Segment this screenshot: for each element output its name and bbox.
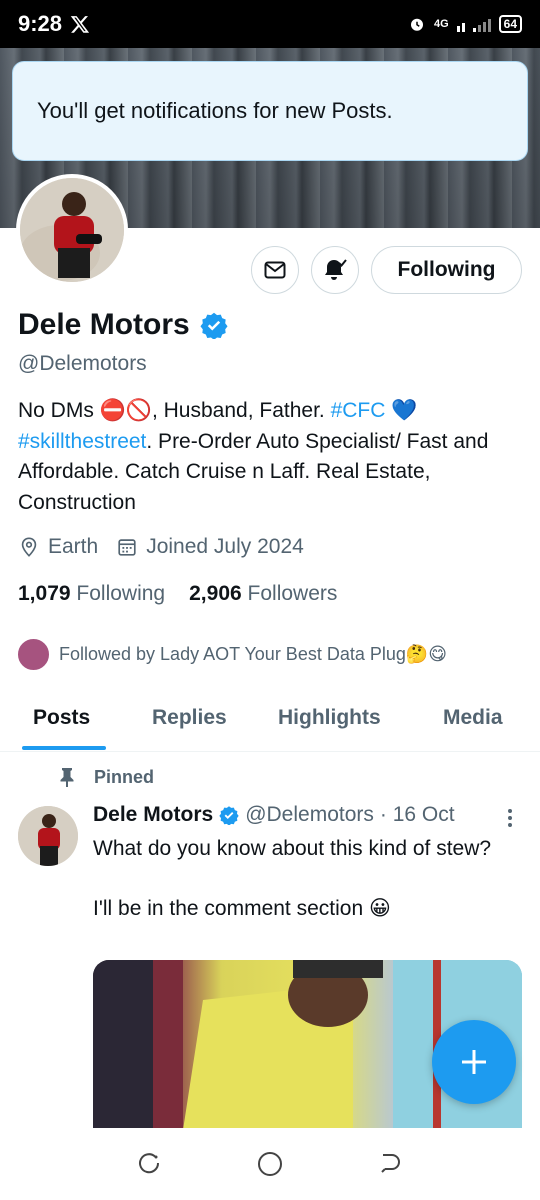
profile-avatar[interactable]: [16, 174, 128, 286]
mail-icon: [264, 261, 286, 279]
tab-replies[interactable]: Replies: [152, 706, 227, 730]
follower-avatar: [16, 637, 51, 672]
status-bar: 9:28 4G 64: [0, 0, 540, 48]
location-pin-icon: [21, 537, 37, 557]
status-indicators: 4G 64: [408, 15, 522, 33]
notifications-button[interactable]: [311, 246, 359, 294]
following-count-link[interactable]: 1,079 Following: [18, 582, 165, 606]
bio-text-1: No DMs ⛔🚫, Husband, Father.: [18, 399, 331, 422]
verified-badge-icon: [219, 806, 239, 825]
signal-icon: [456, 19, 491, 32]
plus-icon: [462, 1050, 486, 1074]
compose-post-button[interactable]: [432, 1020, 516, 1104]
toast-message: You'll get notifications for new Posts.: [37, 98, 393, 123]
profile-meta: Earth Joined July 2024: [18, 535, 304, 559]
alarm-icon: [410, 18, 423, 31]
bio-heart: 💙: [385, 399, 418, 422]
post-author-name[interactable]: Dele Motors: [93, 803, 213, 827]
follow-counts: 1,079 Following 2,906 Followers: [18, 582, 337, 606]
bell-check-icon: [325, 259, 347, 280]
post-author-handle[interactable]: @Delemotors: [245, 803, 374, 827]
profile-tabs: Posts Replies Highlights Media: [0, 690, 540, 752]
x-logo-icon: [70, 16, 90, 33]
more-vertical-icon[interactable]: [500, 806, 520, 830]
tab-highlights[interactable]: Highlights: [278, 706, 381, 730]
following-button[interactable]: Following: [371, 246, 522, 294]
tab-media[interactable]: Media: [443, 706, 503, 730]
message-button[interactable]: [251, 246, 299, 294]
calendar-icon: [118, 539, 136, 556]
active-tab-indicator: [22, 746, 106, 750]
post-text: What do you know about this kind of stew…: [93, 837, 492, 920]
join-date-text: Joined July 2024: [146, 535, 304, 558]
notification-toast: You'll get notifications for new Posts.: [12, 61, 528, 161]
following-label: Following: [76, 582, 166, 605]
avatar-photo: [20, 178, 124, 282]
nav-recents-icon[interactable]: [137, 1151, 163, 1177]
network-type: 4G: [433, 18, 449, 30]
profile-handle: @Delemotors: [18, 352, 147, 375]
join-date: Joined July 2024: [116, 535, 304, 559]
nav-back-icon[interactable]: [377, 1151, 403, 1177]
followers-count-link[interactable]: 2,906 Followers: [189, 582, 337, 606]
followers-label: Followers: [247, 582, 338, 605]
hashtag-cfc[interactable]: #CFC: [331, 399, 386, 422]
hashtag-skillthestreet[interactable]: #skillthestreet: [18, 430, 146, 453]
followed-by[interactable]: Followed by Lady AOT Your Best Data Plug…: [16, 637, 447, 672]
nav-home-icon[interactable]: [256, 1150, 284, 1178]
pinned-indicator: Pinned: [58, 766, 154, 788]
post-author-avatar[interactable]: [18, 806, 78, 866]
display-name: Dele Motors: [18, 308, 190, 341]
post-avatar-photo: [18, 806, 78, 866]
followed-by-text: Followed by Lady AOT Your Best Data Plug…: [59, 644, 448, 664]
post-date: · 16 Oct: [379, 803, 455, 826]
name-row: Dele Motors: [18, 308, 228, 342]
battery-icon: 64: [498, 15, 522, 33]
followers-count: 2,906: [189, 582, 242, 605]
post-header: Dele Motors @Delemotors · 16 Oct: [93, 803, 455, 827]
tab-posts[interactable]: Posts: [33, 706, 90, 730]
location-text: Earth: [48, 535, 99, 558]
status-time: 9:28: [18, 11, 63, 36]
system-nav-bar: [0, 1128, 540, 1200]
location: Earth: [18, 535, 98, 559]
pinned-label: Pinned: [94, 766, 155, 787]
profile-bio: No DMs ⛔🚫, Husband, Father. #CFC 💙 #skil…: [18, 396, 528, 518]
following-count: 1,079: [18, 582, 71, 605]
verified-badge-icon[interactable]: [200, 311, 228, 339]
pin-icon: [60, 768, 74, 787]
